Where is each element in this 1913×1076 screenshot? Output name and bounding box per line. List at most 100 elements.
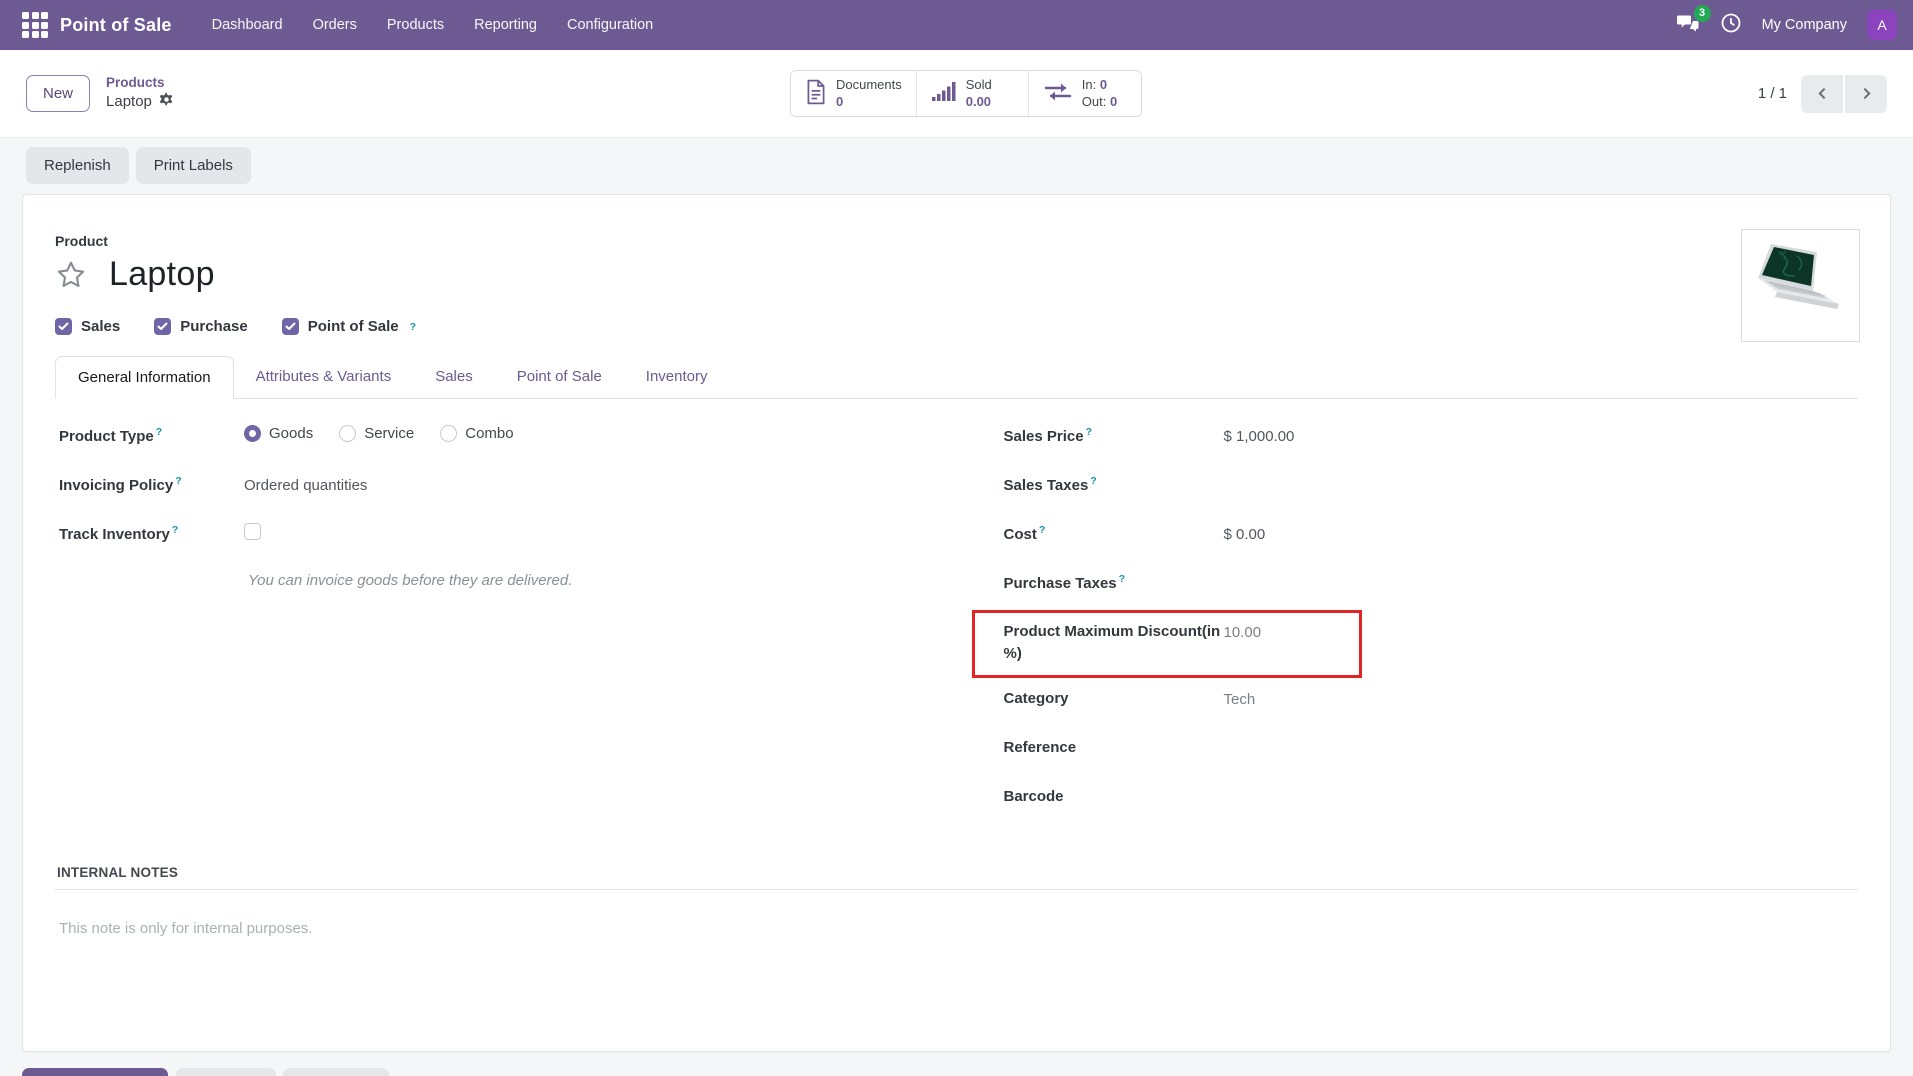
sales-taxes-label: Sales Taxes? <box>1004 474 1224 497</box>
gear-icon[interactable] <box>159 92 174 113</box>
radio-unselected-icon <box>440 425 457 442</box>
main-menu: Dashboard Orders Products Reporting Conf… <box>200 9 666 41</box>
radio-selected-icon <box>244 425 261 442</box>
tab-general-information[interactable]: General Information <box>55 356 234 399</box>
checkbox-checked-icon <box>282 318 299 335</box>
messages-button[interactable]: 3 <box>1676 12 1700 39</box>
sales-channels-row: Sales Purchase Point of Sale ? <box>55 318 1858 335</box>
pos-product-form-page: Point of Sale Dashboard Orders Products … <box>0 0 1913 1076</box>
pager: 1 / 1 <box>1758 75 1887 113</box>
internal-notes-title: INTERNAL NOTES <box>55 865 1858 889</box>
radio-combo[interactable]: Combo <box>440 425 513 442</box>
log-note-button-cutoff[interactable] <box>176 1068 276 1076</box>
menu-configuration[interactable]: Configuration <box>555 9 665 41</box>
purchase-taxes-label: Purchase Taxes? <box>1004 572 1224 595</box>
cost-field[interactable]: $ 0.00 <box>1224 523 1266 546</box>
help-icon[interactable]: ? <box>1119 573 1125 585</box>
product-type-radio-group: Goods Service Combo <box>244 425 514 442</box>
internal-notes-input[interactable]: This note is only for internal purposes. <box>55 920 1858 1040</box>
sold-stat-button[interactable]: Sold 0.00 <box>917 71 1029 116</box>
sold-label: Sold <box>966 77 992 93</box>
transfer-arrows-icon <box>1043 80 1073 107</box>
invoicing-hint-text: You can invoice goods before they are de… <box>248 572 914 589</box>
send-message-button-cutoff[interactable] <box>22 1068 168 1076</box>
app-name[interactable]: Point of Sale <box>60 15 172 36</box>
checkbox-checked-icon <box>154 318 171 335</box>
activities-button-cutoff[interactable] <box>283 1068 389 1076</box>
stat-button-group: Documents 0 Sold 0.00 <box>790 70 1142 117</box>
documents-count: 0 <box>836 94 843 110</box>
chat-bubbles-icon <box>1676 21 1700 38</box>
out-label: Out: <box>1082 94 1107 109</box>
track-inventory-checkbox[interactable] <box>244 523 261 540</box>
menu-products[interactable]: Products <box>375 9 456 41</box>
track-inventory-label: Track Inventory? <box>59 523 244 546</box>
action-button-row: Replenish Print Labels <box>0 138 1913 184</box>
max-discount-label: Product Maximum Discount(in %) <box>1004 621 1224 665</box>
product-section-label: Product <box>55 233 1858 249</box>
tab-point-of-sale[interactable]: Point of Sale <box>495 356 624 399</box>
radio-service[interactable]: Service <box>339 425 414 442</box>
radio-goods[interactable]: Goods <box>244 425 313 442</box>
out-value: 0 <box>1110 94 1117 109</box>
activities-clock-icon[interactable] <box>1720 12 1742 39</box>
new-button[interactable]: New <box>26 75 90 112</box>
bar-chart-icon <box>931 80 957 107</box>
category-field[interactable]: Tech <box>1224 688 1256 711</box>
notes-divider <box>55 889 1858 890</box>
point-of-sale-checkbox[interactable]: Point of Sale ? <box>282 318 416 335</box>
radio-unselected-icon <box>339 425 356 442</box>
apps-grid-icon[interactable] <box>22 12 48 38</box>
user-avatar[interactable]: A <box>1867 10 1897 40</box>
help-icon[interactable]: ? <box>175 475 181 487</box>
product-title[interactable]: Laptop <box>109 255 215 294</box>
sales-price-label: Sales Price? <box>1004 425 1224 448</box>
invoicing-policy-label: Invoicing Policy? <box>59 474 244 497</box>
form-left-column: Product Type? Goods Service Combo <box>59 425 914 835</box>
in-label: In: <box>1082 77 1096 92</box>
document-icon <box>805 79 827 108</box>
tab-sales[interactable]: Sales <box>413 356 495 399</box>
product-image[interactable] <box>1741 229 1860 342</box>
in-value: 0 <box>1100 77 1107 92</box>
print-labels-button[interactable]: Print Labels <box>136 147 251 184</box>
sales-checkbox[interactable]: Sales <box>55 318 120 335</box>
max-discount-field[interactable]: 10.00 <box>1224 621 1262 644</box>
pager-next-button[interactable] <box>1845 75 1887 113</box>
in-out-stat-button[interactable]: In: 0 Out: 0 <box>1029 71 1141 116</box>
pager-counter: 1 / 1 <box>1758 85 1787 102</box>
help-icon[interactable]: ? <box>1039 524 1045 536</box>
menu-reporting[interactable]: Reporting <box>462 9 549 41</box>
favorite-star-icon[interactable] <box>55 259 87 291</box>
product-form-sheet: Product Laptop Sales Purchase <box>22 194 1891 1052</box>
top-navbar: Point of Sale Dashboard Orders Products … <box>0 0 1913 50</box>
documents-stat-button[interactable]: Documents 0 <box>791 71 917 116</box>
notebook-tabs: General Information Attributes & Variant… <box>55 355 1858 399</box>
barcode-label: Barcode <box>1004 786 1224 808</box>
help-icon[interactable]: ? <box>156 426 162 438</box>
form-right-column: Sales Price? $ 1,000.00 Sales Taxes? Cos… <box>1004 425 1859 835</box>
reference-label: Reference <box>1004 737 1224 759</box>
help-icon[interactable]: ? <box>410 321 416 333</box>
help-icon[interactable]: ? <box>1086 426 1092 438</box>
pager-previous-button[interactable] <box>1801 75 1843 113</box>
invoicing-policy-field[interactable]: Ordered quantities <box>244 474 367 497</box>
documents-label: Documents <box>836 77 902 93</box>
menu-orders[interactable]: Orders <box>301 9 369 41</box>
control-panel: New Products Laptop <box>0 50 1913 138</box>
purchase-checkbox[interactable]: Purchase <box>154 318 248 335</box>
message-count-badge: 3 <box>1694 5 1711 22</box>
sales-price-field[interactable]: $ 1,000.00 <box>1224 425 1295 448</box>
company-switcher[interactable]: My Company <box>1762 17 1847 33</box>
checkbox-checked-icon <box>55 318 72 335</box>
menu-dashboard[interactable]: Dashboard <box>200 9 295 41</box>
help-icon[interactable]: ? <box>172 524 178 536</box>
breadcrumb: Products Laptop <box>106 74 174 113</box>
replenish-button[interactable]: Replenish <box>26 147 129 184</box>
tab-attributes-variants[interactable]: Attributes & Variants <box>234 356 414 399</box>
breadcrumb-products-link[interactable]: Products <box>106 74 174 92</box>
help-icon[interactable]: ? <box>1090 475 1096 487</box>
category-label: Category <box>1004 688 1224 710</box>
product-type-label: Product Type? <box>59 425 244 448</box>
tab-inventory[interactable]: Inventory <box>624 356 730 399</box>
